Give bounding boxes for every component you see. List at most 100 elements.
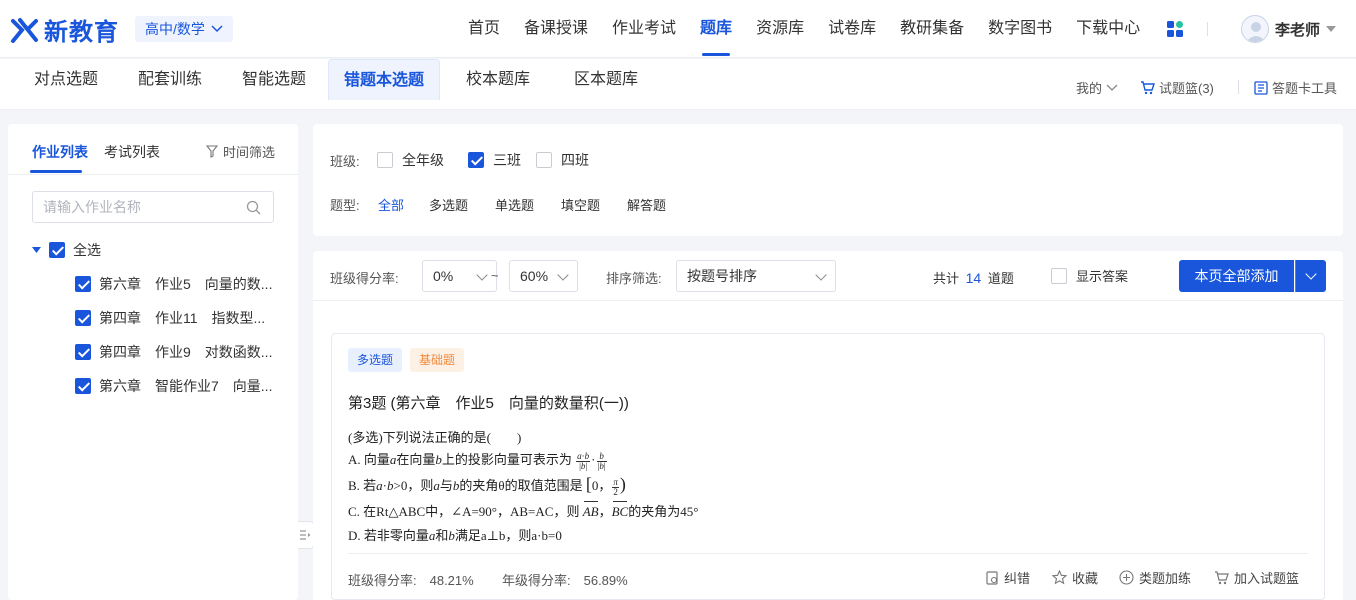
select-all-checkbox[interactable] <box>49 242 65 258</box>
sort-value: 按题号排序 <box>687 268 757 284</box>
fraction: a·b |b| <box>576 450 591 471</box>
rate-to-select[interactable]: 60% <box>509 260 578 292</box>
sort-label: 排序筛选: <box>606 271 662 286</box>
chevron-down-icon <box>1305 268 1317 280</box>
logo[interactable]: 新教育 <box>10 12 119 47</box>
tab-homework-list[interactable]: 作业列表 <box>32 142 88 162</box>
nav-item-4[interactable]: 资源库 <box>756 0 804 58</box>
class-option[interactable]: 全年级 <box>377 150 444 170</box>
homework-item-checkbox[interactable] <box>75 378 91 394</box>
add-all-dropdown[interactable] <box>1295 260 1326 292</box>
question-card: 多选题 基础题 第3题 (第六章 作业5 向量的数量积(一)) (多选)下列说法… <box>331 333 1325 600</box>
chevron-down-icon <box>211 25 223 33</box>
difficulty-tag: 基础题 <box>410 348 465 372</box>
subtab-1[interactable]: 配套训练 <box>138 59 202 100</box>
nav-item-6[interactable]: 教研集备 <box>900 0 964 58</box>
nav-item-0[interactable]: 首页 <box>468 0 500 58</box>
sidebar-collapse-handle[interactable] <box>298 521 314 549</box>
homework-item-label: 第六章 智能作业7 向量... <box>99 378 273 394</box>
favorite-button[interactable]: 收藏 <box>1052 568 1098 587</box>
option-d-text: 和 <box>435 528 449 543</box>
nav-item-1[interactable]: 备课授课 <box>524 0 588 58</box>
filter-panel: 班级: 全年级 三班 四班 题型: 全部 多选题 单选题 填空题 解答题 <box>313 124 1343 236</box>
class-score-rate: 班级得分率: 48.21% <box>348 573 474 588</box>
subtab-5[interactable]: 区本题库 <box>574 59 638 100</box>
answer-card-label: 答题卡工具 <box>1272 81 1338 96</box>
homework-item[interactable]: 第四章 作业11 指数型... <box>75 308 265 328</box>
filter-icon <box>206 145 218 158</box>
subtab-3[interactable]: 错题本选题 <box>328 59 440 100</box>
class-option-checkbox[interactable] <box>468 152 484 168</box>
subject-selector[interactable]: 高中/数学 <box>135 16 233 42</box>
class-option-checkbox[interactable] <box>536 152 552 168</box>
homework-item-checkbox[interactable] <box>75 310 91 326</box>
class-filter-label: 班级: <box>330 154 360 169</box>
show-answer-toggle[interactable]: 显示答案 <box>1051 266 1128 285</box>
option-b-text: >0，则 <box>393 478 434 493</box>
nav-item-5[interactable]: 试卷库 <box>828 0 876 58</box>
option-a-text: 在向量 <box>396 452 436 467</box>
divider <box>1207 22 1208 36</box>
divider <box>1238 80 1239 94</box>
vector-bc: BC <box>611 501 629 519</box>
apps-grid-icon[interactable] <box>1166 20 1184 38</box>
tab-exam-list[interactable]: 考试列表 <box>104 142 160 162</box>
nav-item-2[interactable]: 作业考试 <box>612 0 676 58</box>
add-all-button[interactable]: 本页全部添加 <box>1179 260 1294 292</box>
homework-item-label: 第四章 作业9 对数函数... <box>99 344 273 360</box>
option-b-text: 的夹角θ的取值范围是 <box>459 478 583 493</box>
user-name: 李老师 <box>1275 21 1321 39</box>
type-option-0[interactable]: 全部 <box>378 195 404 214</box>
mine-dropdown[interactable]: 我的 <box>1076 78 1118 97</box>
similar-practice-button[interactable]: 类题加练 <box>1119 568 1191 587</box>
class-option[interactable]: 四班 <box>536 150 589 170</box>
add-to-basket-button[interactable]: 加入试题篮 <box>1214 568 1299 587</box>
subtab-2[interactable]: 智能选题 <box>242 59 306 100</box>
homework-item[interactable]: 第四章 作业9 对数函数... <box>75 342 272 362</box>
homework-item-checkbox[interactable] <box>75 276 91 292</box>
class-option-label: 全年级 <box>402 152 444 168</box>
user-menu[interactable]: 李老师 <box>1241 14 1337 44</box>
rate-from-select[interactable]: 0% <box>422 260 497 292</box>
show-answer-label: 显示答案 <box>1076 269 1129 284</box>
option-a-text: 上的投影向量可表示为 <box>441 452 572 467</box>
type-option-1[interactable]: 多选题 <box>429 195 468 214</box>
nav-item-7[interactable]: 数字图书 <box>988 0 1052 58</box>
avatar <box>1241 15 1269 43</box>
question-list: 班级得分率: 0% ~ 60% 排序筛选: 按题号排序 共计 14 道题 显示答… <box>313 251 1343 600</box>
type-option-2[interactable]: 单选题 <box>495 195 534 214</box>
rate-to-value: 60% <box>520 268 549 284</box>
caret-down-icon[interactable] <box>32 247 41 253</box>
question-basket-link[interactable]: 试题篮(3) <box>1140 78 1214 97</box>
cart-icon <box>1141 80 1155 94</box>
class-option-checkbox[interactable] <box>377 152 393 168</box>
star-icon <box>1052 570 1067 585</box>
subtab-0[interactable]: 对点选题 <box>34 59 98 100</box>
chevron-down-icon <box>815 269 827 281</box>
class-option[interactable]: 三班 <box>468 150 521 170</box>
homework-item[interactable]: 第六章 智能作业7 向量... <box>75 376 272 396</box>
subtab-4[interactable]: 校本题库 <box>466 59 530 100</box>
option-d-text: D. 若非零向量 <box>348 528 429 543</box>
homework-item-checkbox[interactable] <box>75 344 91 360</box>
nav-item-8[interactable]: 下载中心 <box>1076 0 1140 58</box>
type-option-4[interactable]: 解答题 <box>627 195 666 214</box>
homework-search-input[interactable] <box>43 192 243 222</box>
time-filter-button[interactable]: 时间筛选 <box>206 142 275 161</box>
report-error-button[interactable]: 纠错 <box>985 568 1030 587</box>
type-option-3[interactable]: 填空题 <box>561 195 600 214</box>
subject-label: 高中/数学 <box>145 21 205 37</box>
total-number: 14 <box>965 270 982 286</box>
tree-select-all[interactable]: 全选 <box>32 240 101 260</box>
homework-item-label: 第四章 作业11 指数型... <box>99 310 266 326</box>
homework-item[interactable]: 第六章 作业5 向量的数... <box>75 274 272 294</box>
active-tab-indicator <box>30 170 82 173</box>
option-a: A. 向量a在向量b上的投影向量可表示为 a·b |b| · b |b| <box>348 450 607 471</box>
option-b-text: B. 若 <box>348 478 377 493</box>
logo-text: 新教育 <box>44 19 119 46</box>
sort-select[interactable]: 按题号排序 <box>676 260 836 292</box>
answer-card-tool-link[interactable]: 答题卡工具 <box>1254 78 1337 97</box>
search-icon[interactable] <box>246 200 261 215</box>
show-answer-checkbox[interactable] <box>1051 267 1067 284</box>
nav-item-3[interactable]: 题库 <box>700 0 732 58</box>
